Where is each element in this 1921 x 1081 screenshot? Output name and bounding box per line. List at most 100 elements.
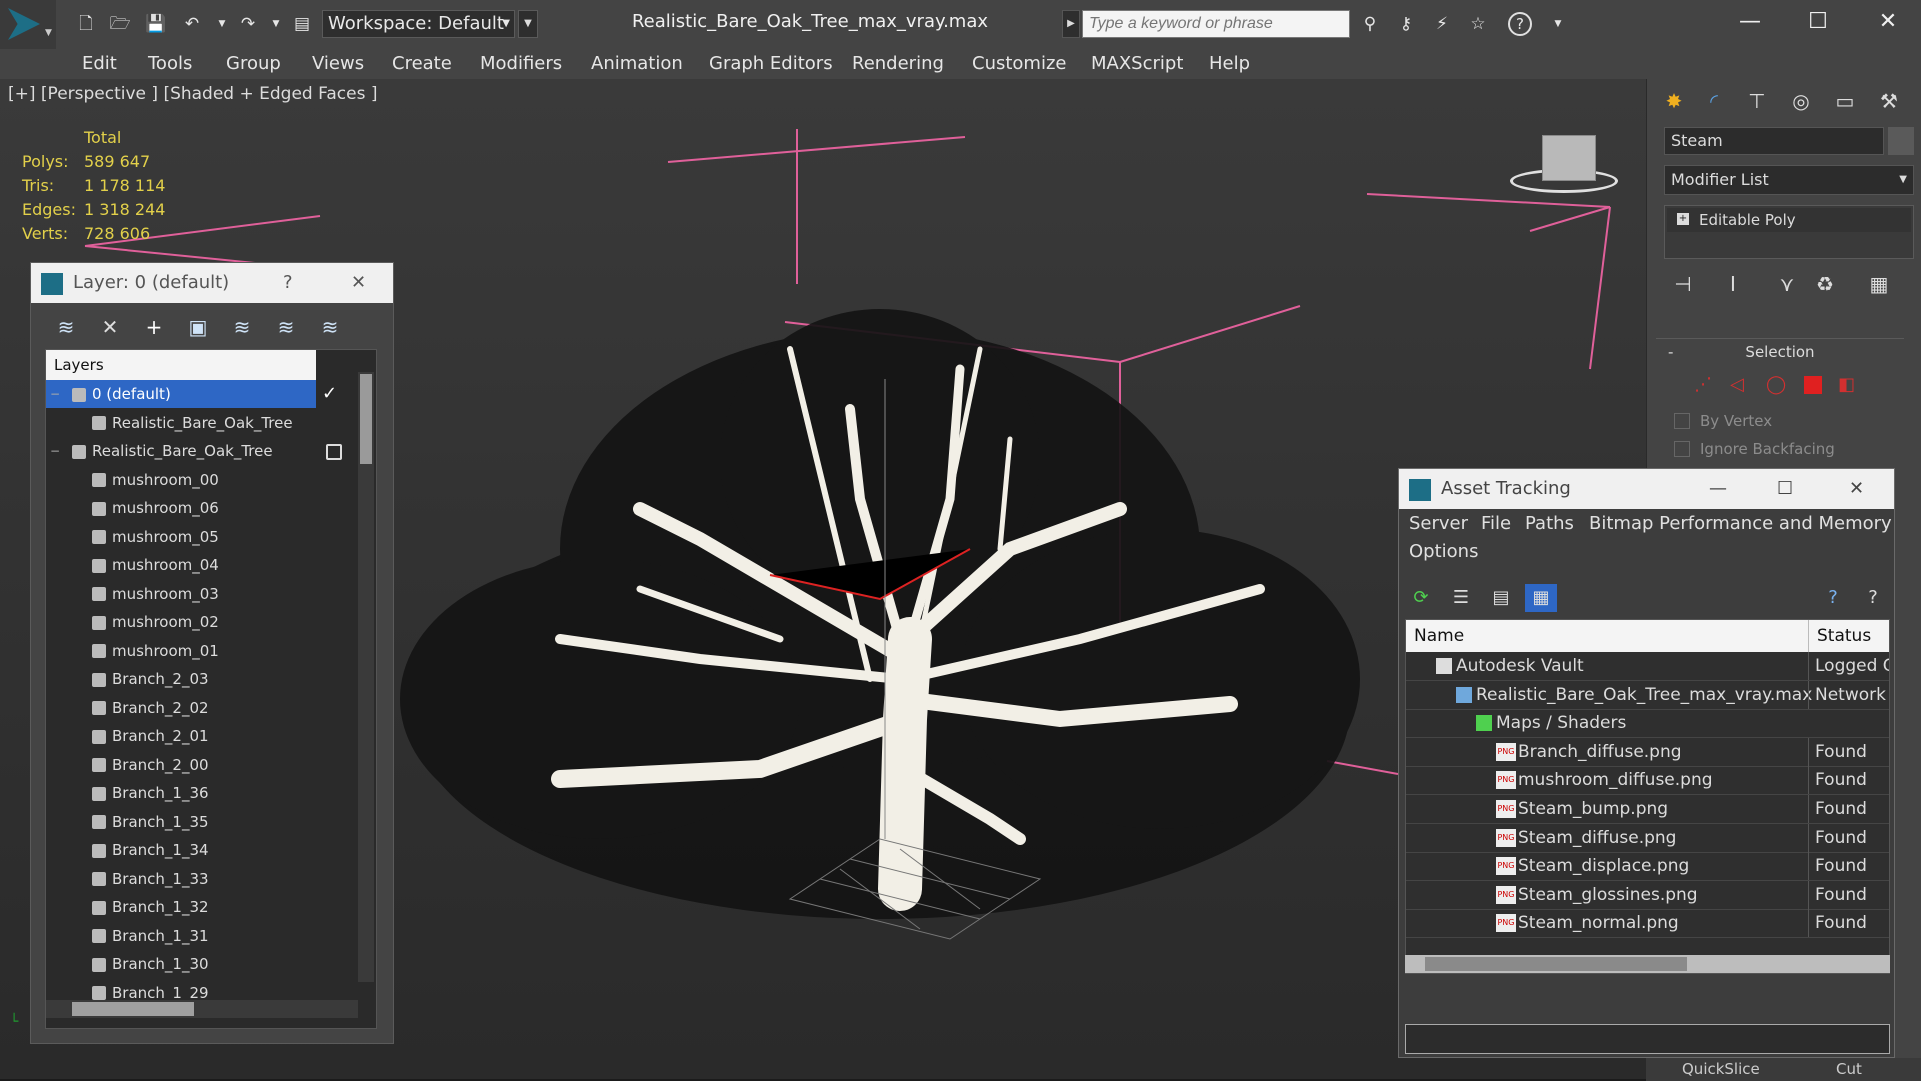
collapse-icon[interactable]: − — [50, 380, 60, 408]
menu-customize[interactable]: Customize — [972, 49, 1066, 79]
layer-row[interactable]: − Realistic_Bare_Oak_Tree — [46, 437, 342, 465]
by-vertex-checkbox[interactable] — [1674, 413, 1690, 429]
layer-row[interactable]: Branch_2_01 — [46, 722, 316, 750]
asset-row[interactable]: PNG mushroom_diffuse.png Found — [1406, 766, 1889, 796]
create-tab-icon[interactable]: ✸ — [1657, 85, 1691, 117]
object-name-field[interactable]: Steam — [1664, 127, 1884, 155]
horizontal-scroll-thumb[interactable] — [1425, 957, 1687, 971]
menu-options[interactable]: Options — [1409, 541, 1478, 562]
menu-paths[interactable]: Paths — [1525, 513, 1574, 534]
workspace-menu-button[interactable]: ▼ — [518, 10, 538, 38]
menu-maxscript[interactable]: MAXScript — [1091, 49, 1183, 79]
asset-table[interactable]: Name Status Autodesk Vault Logged O Realis… — [1405, 619, 1890, 974]
ignore-backfacing-checkbox[interactable] — [1674, 441, 1690, 457]
redo-dropdown-icon[interactable]: ▼ — [264, 12, 288, 36]
layer-row[interactable]: Branch_2_03 — [46, 665, 316, 693]
menu-rendering[interactable]: Rendering — [852, 49, 944, 79]
menu-edit[interactable]: Edit — [82, 49, 117, 79]
object-color-swatch[interactable] — [1888, 127, 1914, 155]
motion-tab-icon[interactable]: ◎ — [1784, 85, 1818, 117]
column-status-header[interactable]: Status — [1808, 620, 1889, 652]
show-end-result-icon[interactable]: Ι — [1716, 268, 1750, 300]
vertex-mode-icon[interactable]: ⋰ — [1694, 374, 1712, 395]
layer-properties-icon[interactable]: ≋ — [317, 315, 343, 339]
modifier-list-dropdown[interactable]: Modifier List ▼ — [1664, 165, 1914, 195]
expand-plus-icon[interactable]: + — [1677, 213, 1689, 225]
undo-dropdown-icon[interactable]: ▼ — [210, 12, 234, 36]
tree-view-icon[interactable]: ▤ — [1487, 584, 1515, 612]
help-pointer-icon[interactable]: ? — [1859, 584, 1887, 612]
new-file-icon[interactable]: 🗋 — [74, 12, 98, 36]
undo-icon[interactable]: ↶ — [180, 12, 204, 36]
menu-views[interactable]: Views — [312, 49, 364, 79]
minimize-button[interactable]: — — [1720, 4, 1780, 40]
select-objects-icon[interactable]: ≋ — [229, 315, 255, 339]
pin-stack-icon[interactable]: ⊣ — [1666, 268, 1700, 300]
save-icon[interactable]: 💾 — [144, 12, 168, 36]
binoculars-icon[interactable]: ⚲ — [1358, 12, 1382, 36]
open-file-icon[interactable]: 🗁 — [108, 12, 132, 36]
display-tab-icon[interactable]: ▭ — [1828, 85, 1862, 117]
app-menu-button[interactable]: ▼ — [0, 0, 56, 49]
active-layer-check-icon[interactable]: ✓ — [322, 380, 337, 408]
menu-animation[interactable]: Animation — [591, 49, 683, 79]
layer-row[interactable]: Branch_1_36 — [46, 779, 316, 807]
table-view-icon[interactable]: ▦ — [1525, 584, 1557, 612]
stack-item-editable-poly[interactable]: + Editable Poly — [1667, 208, 1911, 232]
element-mode-icon[interactable]: ◧ — [1838, 374, 1855, 395]
layer-row[interactable]: − 0 (default) ✓ — [46, 380, 337, 408]
layer-row[interactable]: mushroom_02 — [46, 608, 316, 636]
menu-graph-editors[interactable]: Graph Editors — [709, 49, 833, 79]
project-folder-icon[interactable]: ▤ — [290, 12, 314, 36]
layer-row[interactable]: Branch_1_35 — [46, 808, 316, 836]
layer-row[interactable]: Branch_2_02 — [46, 694, 316, 722]
asset-row[interactable]: PNG Branch_diffuse.png Found — [1406, 737, 1889, 767]
set-active-layer-box-icon[interactable] — [326, 444, 342, 460]
layer-row[interactable]: Branch_1_32 — [46, 893, 316, 921]
horizontal-scroll-thumb[interactable] — [72, 1002, 194, 1016]
add-to-layer-icon[interactable]: ▣ — [185, 315, 211, 339]
layer-dialog-titlebar[interactable]: Layer: 0 (default) ? ✕ — [31, 263, 393, 303]
menu-modifiers[interactable]: Modifiers — [480, 49, 562, 79]
help-button[interactable]: ? — [283, 263, 293, 303]
configure-modifier-sets-icon[interactable]: ▦ — [1862, 268, 1896, 300]
vertical-scroll-thumb[interactable] — [360, 374, 372, 464]
maximize-button[interactable]: ☐ — [1788, 4, 1848, 40]
remove-modifier-icon[interactable]: ♻ — [1808, 268, 1842, 300]
layer-row[interactable]: mushroom_06 — [46, 494, 316, 522]
list-view-icon[interactable]: ☰ — [1447, 584, 1475, 612]
select-layer-icon[interactable]: ≋ — [53, 315, 79, 339]
help-icon[interactable]: ? — [1819, 584, 1847, 612]
minimize-button[interactable]: — — [1709, 469, 1727, 509]
layers-tree-panel[interactable]: Layers − 0 (default) ✓ Realistic_Bare_Oak_T… — [45, 349, 377, 1029]
add-icon[interactable]: + — [141, 315, 167, 339]
layer-row[interactable]: Realistic_Bare_Oak_Tree — [46, 409, 316, 437]
layer-row[interactable]: mushroom_01 — [46, 637, 316, 665]
selection-rollout-header[interactable]: - Selection — [1656, 338, 1904, 361]
asset-row[interactable]: PNG Steam_normal.png Found — [1406, 909, 1889, 939]
layer-row[interactable]: Branch_1_31 — [46, 922, 316, 950]
column-name-header[interactable]: Name — [1414, 620, 1464, 652]
menu-file[interactable]: File — [1481, 513, 1511, 534]
menu-tools[interactable]: Tools — [148, 49, 192, 79]
refresh-icon[interactable]: ⟳ — [1407, 584, 1435, 612]
hierarchy-tab-icon[interactable]: ⊤ — [1740, 85, 1774, 117]
viewcube[interactable] — [1510, 135, 1620, 195]
layer-row[interactable]: mushroom_00 — [46, 466, 316, 494]
border-mode-icon[interactable]: ◯ — [1766, 374, 1786, 395]
layer-row[interactable]: mushroom_04 — [46, 551, 316, 579]
quickslice-button[interactable]: QuickSlice — [1682, 1060, 1760, 1078]
communication-center-icon[interactable]: ⚡ — [1430, 12, 1454, 36]
help-icon[interactable]: ? — [1508, 12, 1532, 36]
layer-row[interactable]: Branch_1_30 — [46, 950, 316, 978]
cut-button[interactable]: Cut — [1836, 1060, 1862, 1078]
maximize-button[interactable]: ☐ — [1777, 469, 1793, 509]
layer-row[interactable]: Branch_2_00 — [46, 751, 316, 779]
help-dropdown-icon[interactable]: ▼ — [1546, 12, 1570, 36]
asset-dialog-titlebar[interactable]: Asset Tracking — ☐ ✕ — [1399, 469, 1894, 509]
asset-row[interactable]: PNG Steam_glossines.png Found — [1406, 880, 1889, 910]
key-icon[interactable]: ⚷ — [1394, 12, 1418, 36]
menu-bitmap-performance[interactable]: Bitmap Performance and Memory — [1589, 513, 1892, 534]
layer-row[interactable]: mushroom_05 — [46, 523, 316, 551]
favorites-star-icon[interactable]: ☆ — [1466, 12, 1490, 36]
